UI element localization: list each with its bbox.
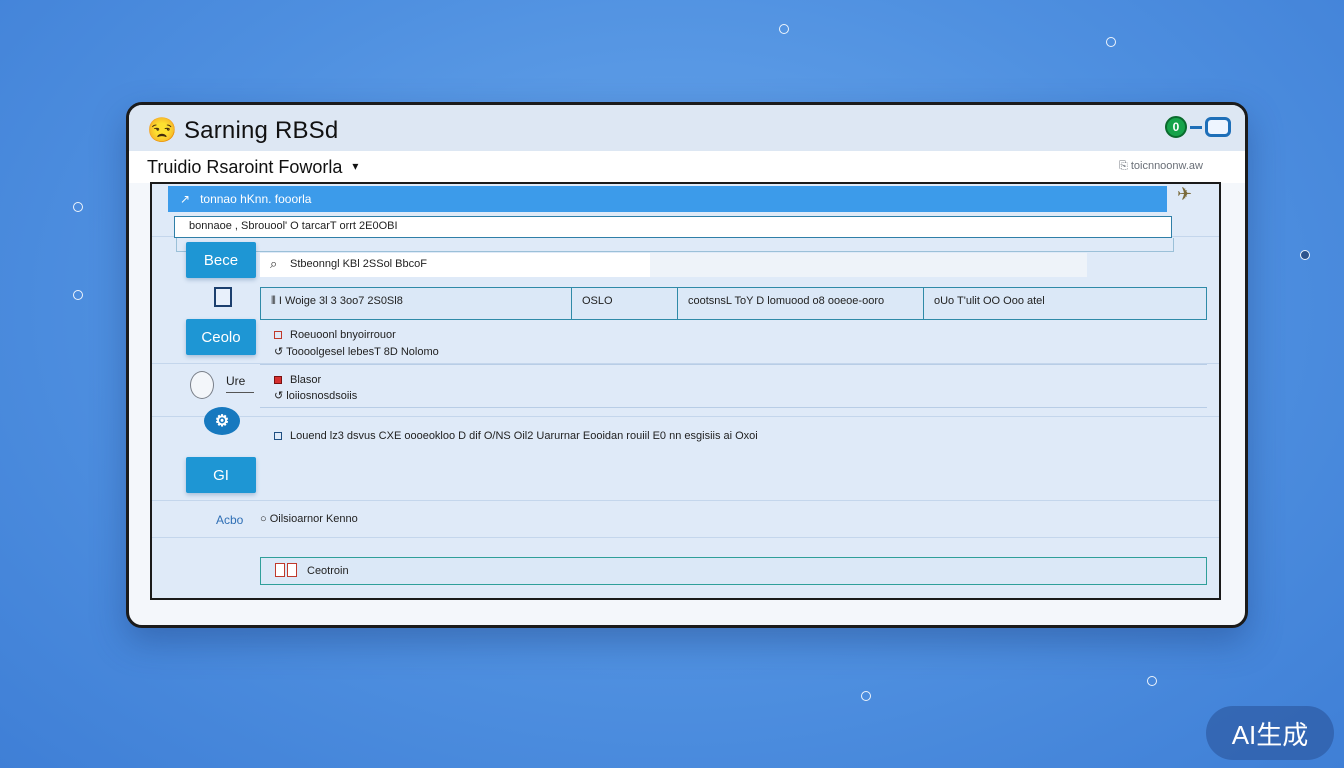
link-icon: ○: [260, 513, 270, 525]
bubble-decoration: [1300, 250, 1310, 260]
sidebar-button-ceolo[interactable]: Ceolo: [186, 319, 256, 355]
sidebar-link[interactable]: Acbo: [216, 513, 243, 527]
info-line: ↺ loiiosnosdsoiis: [274, 390, 358, 402]
main-panel: ↗ tonnao hKnn. fooorla ✈ bonnaoe , Sbrou…: [150, 182, 1221, 600]
divider: [152, 416, 1219, 417]
speaker-label: Ure: [226, 374, 246, 388]
selected-row[interactable]: Ceotroin: [260, 557, 1207, 585]
checkbox-icon[interactable]: [274, 376, 282, 384]
page-subtitle[interactable]: Truidio Rsaroint Foworla ▾: [147, 157, 358, 178]
ai-generated-badge: AI生成: [1206, 706, 1334, 760]
phone-red-icon: [287, 563, 297, 577]
search-row-fill: [650, 253, 1087, 277]
green-circle-icon[interactable]: 0: [1165, 116, 1187, 138]
divider: [226, 392, 254, 393]
checkbox-icon[interactable]: [274, 432, 282, 440]
bottom-line[interactable]: ○ Oilsioarnor Kenno: [260, 513, 358, 525]
subtitle-text: Truidio Rsaroint Foworla: [147, 157, 343, 177]
table-cell: cootsnsL ToY D lomuood o8 ooeoe-ooro: [677, 288, 923, 319]
gear-icon[interactable]: ⚙: [204, 407, 240, 435]
title-bar: 😒 Sarning RBSd 0: [129, 105, 1245, 152]
bubble-decoration: [1106, 37, 1116, 47]
bubble-decoration: [779, 24, 789, 34]
bubble-decoration: [73, 202, 83, 212]
sidebar-button-gi[interactable]: GI: [186, 457, 256, 493]
document-icon: ⎘: [1118, 160, 1131, 172]
window-icon[interactable]: [1205, 117, 1231, 137]
refresh-icon: ↺: [274, 346, 287, 358]
search-icon: ⌕: [270, 256, 278, 271]
bubble-decoration: [1147, 676, 1157, 686]
blue-toolbar[interactable]: ↗ tonnao hKnn. fooorla: [168, 186, 1167, 212]
arrow-icon: ↗: [180, 192, 191, 206]
phone-red-icon: [275, 563, 285, 577]
bubble-decoration: [73, 290, 83, 300]
search-row[interactable]: ⌕ Stbeonngl KBl 2SSol BbcoF: [260, 253, 1087, 277]
list-item[interactable]: Blasor ↺ loiiosnosdsoiis: [260, 368, 1207, 408]
toolbar-label: tonnao hKnn. fooorla: [200, 192, 312, 206]
phone-icon[interactable]: [214, 287, 232, 307]
speaker-icon[interactable]: [190, 371, 214, 399]
path-bar-underline: [176, 238, 1174, 252]
info-line: ↺ Toooolgesel lebesT 8D Nolomo: [274, 346, 439, 358]
info-line: Blasor: [274, 374, 321, 386]
search-value: Stbeonngl KBl 2SSol BbcoF: [290, 258, 427, 270]
header-status-text: ⎘ toicnnoonw.aw: [1118, 160, 1203, 172]
tool-corner-icon[interactable]: ✈: [1177, 184, 1211, 210]
table-cell: ⦀ I Woige 3l 3 3oo7 2S0Sl8: [271, 295, 403, 307]
table-row[interactable]: ⦀ I Woige 3l 3 3oo7 2S0Sl8 OSLO cootsnsL…: [260, 287, 1207, 320]
refresh-icon: ↺: [274, 390, 287, 402]
dash-icon[interactable]: [1190, 125, 1202, 129]
window-controls: 0: [1165, 116, 1231, 138]
info-line: Roeuoonl bnyoirrouor: [274, 329, 396, 341]
divider: [152, 537, 1219, 538]
divider: [152, 500, 1219, 501]
path-bar[interactable]: bonnaoe , Sbrouool' O tarcarT orrt 2E0OB…: [174, 216, 1172, 238]
table-cell: oUo T'ulit OO Ooo atel: [923, 288, 1205, 319]
app-title: 😒 Sarning RBSd: [147, 117, 339, 144]
sidebar-button-bece[interactable]: Bece: [186, 242, 256, 278]
sub-header: Truidio Rsaroint Foworla ▾ ⎘ toicnnoonw.a…: [129, 151, 1245, 183]
app-window: 😒 Sarning RBSd 0 Truidio Rsaroint Foworl…: [126, 102, 1248, 628]
checkbox-icon[interactable]: [274, 331, 282, 339]
chevron-down-icon[interactable]: ▾: [352, 159, 358, 173]
info-line: Louend lz3 dsvus CXE oooeokloo D dif O/N…: [274, 430, 758, 442]
list-item[interactable]: Louend lz3 dsvus CXE oooeokloo D dif O/N…: [260, 418, 1207, 454]
list-item[interactable]: Roeuoonl bnyoirrouor ↺ Toooolgesel lebes…: [260, 323, 1207, 365]
bubble-decoration: [861, 691, 871, 701]
selected-row-label: Ceotroin: [307, 565, 349, 577]
table-cell: OSLO: [571, 288, 677, 319]
